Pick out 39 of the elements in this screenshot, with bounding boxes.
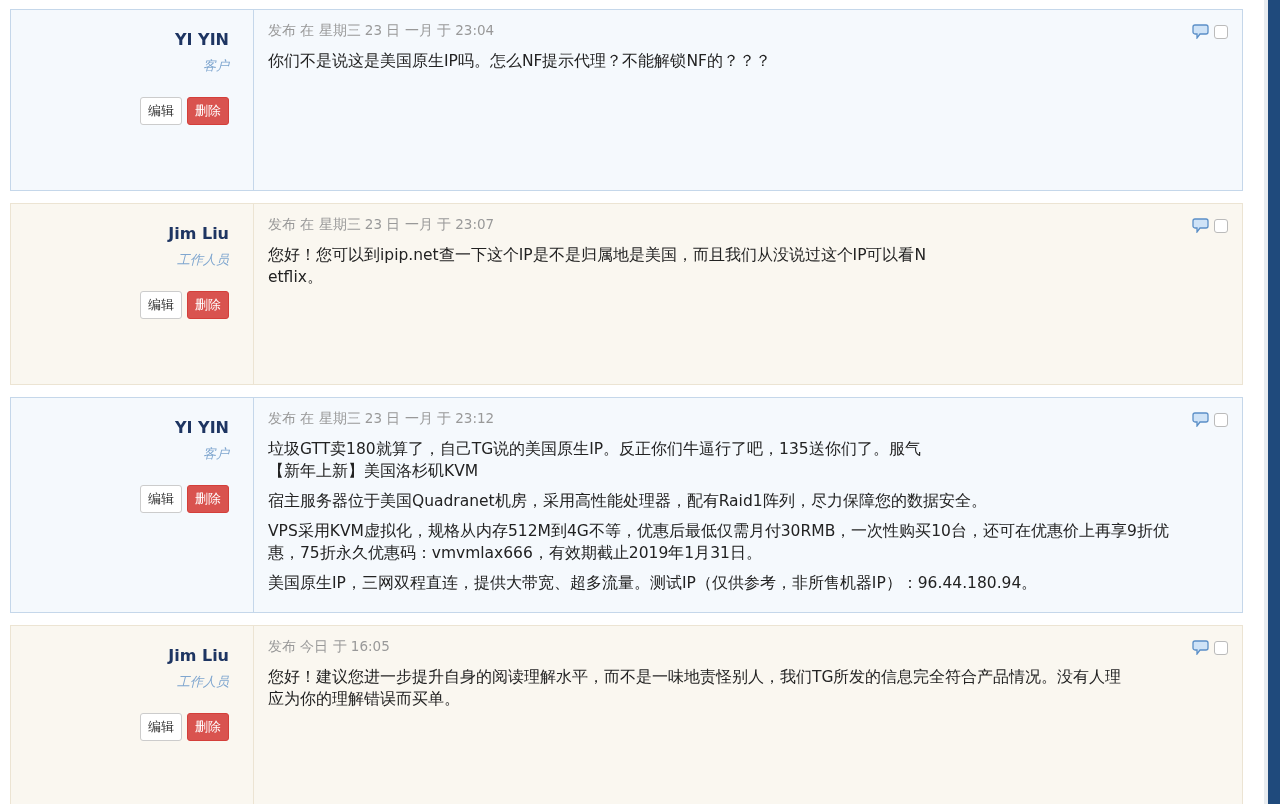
- select-checkbox[interactable]: [1214, 640, 1228, 655]
- edit-button[interactable]: 编辑: [140, 713, 182, 741]
- author-name: YI YIN: [174, 30, 229, 49]
- message-text: 惠，75折永久优惠码：vmvmlax666，有效期截止2019年1月31日。: [268, 543, 762, 564]
- speech-bubble-icon[interactable]: [1192, 218, 1209, 233]
- post-date: 发布 在 星期三 23 日 一月 于 23:04: [268, 22, 495, 40]
- delete-button[interactable]: 删除: [187, 97, 229, 125]
- delete-button[interactable]: 删除: [187, 291, 229, 319]
- delete-button[interactable]: 删除: [187, 713, 229, 741]
- select-checkbox[interactable]: [1214, 218, 1228, 233]
- speech-bubble-icon[interactable]: [1192, 640, 1209, 655]
- author-name: Jim Liu: [168, 646, 229, 665]
- message-text: 您好！建议您进一步提升自身的阅读理解水平，而不是一味地责怪别人，我们TG所发的信息完全符合产品情况。没有人理: [268, 667, 1122, 688]
- author-role: 工作人员: [177, 251, 229, 269]
- message-text: 垃圾GTT卖180就算了，自己TG说的美国原生IP。反正你们牛逼行了吧，135送你们了。服气: [268, 439, 921, 460]
- speech-bubble-icon[interactable]: [1192, 24, 1209, 39]
- author-role: 工作人员: [177, 673, 229, 691]
- post-date: 发布 在 星期三 23 日 一月 于 23:12: [268, 410, 495, 428]
- message-text: 你们不是说这是美国原生IP吗。怎么NF提示代理？不能解锁NF的？？？: [268, 51, 771, 72]
- edit-button[interactable]: 编辑: [140, 97, 182, 125]
- author-role: 客户: [203, 445, 229, 463]
- speech-bubble-icon[interactable]: [1192, 412, 1209, 427]
- delete-button[interactable]: 删除: [187, 485, 229, 513]
- message-text: VPS采用KVM虚拟化，规格从内存512M到4G不等，优惠后最低仅需月付30RMB，一次性购买10台，还可在优惠价上再享9折优: [268, 521, 1169, 542]
- message-text: 美国原生IP，三网双程直连，提供大带宽、超多流量。测试IP（仅供参考，非所售机器IP）：96.44.180.94。: [268, 573, 1038, 594]
- message-text: 宿主服务器位于美国Quadranet机房，采用高性能处理器，配有Raid1阵列，尽力保障您的数据安全。: [268, 491, 987, 512]
- message-text: 应为你的理解错误而买单。: [268, 689, 460, 710]
- post-date: 发布 今日 于 16:05: [268, 638, 390, 656]
- author-name: Jim Liu: [168, 224, 229, 243]
- edit-button[interactable]: 编辑: [140, 485, 182, 513]
- message-text: etflix。: [268, 267, 323, 288]
- author-role: 客户: [203, 57, 229, 75]
- message-text: 您好！您可以到ipip.net查一下这个IP是不是归属地是美国，而且我们从没说过这个IP可以看N: [268, 245, 927, 266]
- edit-button[interactable]: 编辑: [140, 291, 182, 319]
- post-date: 发布 在 星期三 23 日 一月 于 23:07: [268, 216, 495, 234]
- author-name: YI YIN: [174, 418, 229, 437]
- message-text: 【新年上新】美国洛杉矶KVM: [268, 461, 479, 482]
- select-checkbox[interactable]: [1214, 24, 1228, 39]
- select-checkbox[interactable]: [1214, 412, 1228, 427]
